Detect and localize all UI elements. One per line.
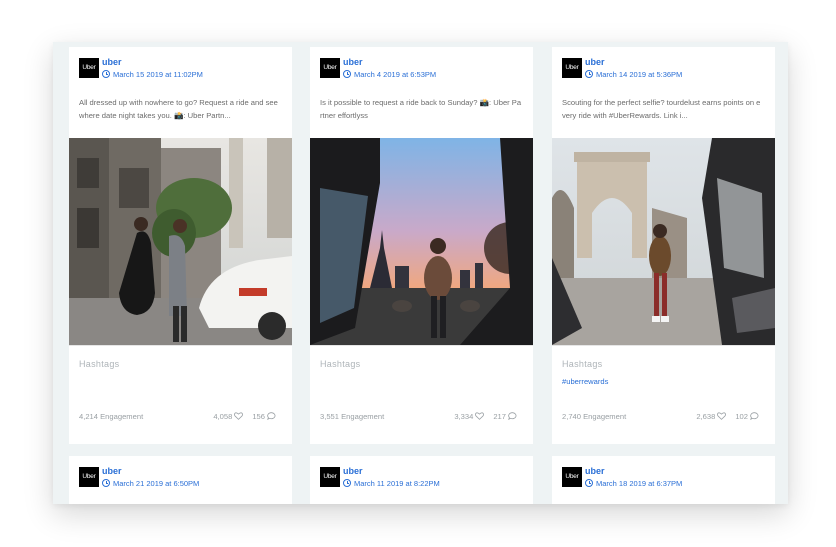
uber-logo: Uber	[562, 58, 582, 78]
clock-icon	[585, 70, 593, 78]
clock-icon	[343, 70, 351, 78]
post-caption: Scouting for the perfect selfie? tourdel…	[562, 98, 761, 120]
clock-icon	[343, 479, 351, 487]
comment-icon	[267, 412, 276, 420]
post-date-text: March 11 2019 at 8:22PM	[354, 479, 440, 488]
heart-icon	[234, 412, 244, 420]
uber-logo: Uber	[79, 467, 99, 487]
likes-count: 4,058	[213, 412, 233, 421]
post-card[interactable]: Uber uber March 14 2019 at 5:36PM Scouti…	[552, 47, 775, 444]
uber-logo: Uber	[79, 58, 99, 78]
post-stats: 3,334 217	[454, 412, 517, 421]
comment-icon	[750, 412, 759, 420]
engagement-count: 3,551 Engagement	[320, 412, 385, 421]
post-date-text: March 21 2019 at 6:50PM	[113, 479, 200, 488]
clock-icon	[585, 479, 593, 487]
comments-count: 217	[493, 412, 506, 421]
divider	[310, 345, 533, 346]
post-date-text: March 15 2019 at 11:02PM	[113, 70, 203, 79]
post-image[interactable]	[552, 138, 775, 345]
post-header: Uber uber March 18 2019 at 6:37PM	[562, 465, 767, 495]
post-date[interactable]: March 18 2019 at 6:37PM	[585, 479, 682, 488]
hashtag-link[interactable]: #uberrewards	[562, 377, 608, 386]
engagement-count: 4,214 Engagement	[79, 412, 144, 421]
comments-count: 102	[735, 412, 748, 421]
post-header: Uber uber March 4 2019 at 6:53PM	[320, 56, 525, 86]
clock-icon	[102, 70, 110, 78]
post-date-text: March 18 2019 at 6:37PM	[596, 479, 683, 488]
post-date[interactable]: March 15 2019 at 11:02PM	[102, 70, 203, 79]
post-image-street-couple	[69, 138, 292, 345]
divider	[69, 345, 292, 346]
post-card[interactable]: Uber uber March 11 2019 at 8:22PM	[310, 456, 533, 504]
post-stats: 2,638 102	[696, 412, 759, 421]
post-date-text: March 4 2019 at 6:53PM	[354, 70, 437, 79]
post-date-text: March 14 2019 at 5:36PM	[596, 70, 683, 79]
post-date[interactable]: March 11 2019 at 8:22PM	[343, 479, 440, 488]
post-date[interactable]: March 21 2019 at 6:50PM	[102, 479, 199, 488]
post-date[interactable]: March 4 2019 at 6:53PM	[343, 70, 436, 79]
post-grid: Uber uber March 15 2019 at 11:02PM All d…	[53, 42, 788, 504]
likes-count: 3,334	[454, 412, 474, 421]
hashtags-title: Hashtags	[79, 359, 120, 369]
account-name[interactable]: uber	[102, 466, 122, 476]
post-caption: Is it possible to request a ride back to…	[320, 98, 522, 120]
uber-logo: Uber	[320, 58, 340, 78]
post-header: Uber uber March 21 2019 at 6:50PM	[79, 465, 284, 495]
account-name[interactable]: uber	[102, 57, 122, 67]
comment-icon	[508, 412, 517, 420]
account-name[interactable]: uber	[343, 57, 363, 67]
divider	[552, 345, 775, 346]
post-card[interactable]: Uber uber March 4 2019 at 6:53PM Is it p…	[310, 47, 533, 444]
post-card[interactable]: Uber uber March 21 2019 at 6:50PM	[69, 456, 292, 504]
post-image-arch-selfie	[552, 138, 775, 345]
hashtags-title: Hashtags	[320, 359, 361, 369]
comments-count: 156	[252, 412, 265, 421]
uber-logo: Uber	[562, 467, 582, 487]
post-header: Uber uber March 11 2019 at 8:22PM	[320, 465, 525, 495]
heart-icon	[475, 412, 485, 420]
post-stats: 4,058 156	[213, 412, 276, 421]
post-card[interactable]: Uber uber March 15 2019 at 11:02PM All d…	[69, 47, 292, 444]
heart-icon	[717, 412, 727, 420]
hashtags-title: Hashtags	[562, 359, 603, 369]
engagement-count: 2,740 Engagement	[562, 412, 627, 421]
account-name[interactable]: uber	[585, 466, 605, 476]
post-date[interactable]: March 14 2019 at 5:36PM	[585, 70, 682, 79]
post-card[interactable]: Uber uber March 18 2019 at 6:37PM	[552, 456, 775, 504]
post-header: Uber uber March 14 2019 at 5:36PM	[562, 56, 767, 86]
uber-logo: Uber	[320, 467, 340, 487]
likes-count: 2,638	[696, 412, 716, 421]
account-name[interactable]: uber	[585, 57, 605, 67]
post-image[interactable]	[69, 138, 292, 345]
post-caption: All dressed up with nowhere to go? Reque…	[79, 98, 278, 120]
clock-icon	[102, 479, 110, 487]
post-header: Uber uber March 15 2019 at 11:02PM	[79, 56, 284, 86]
account-name[interactable]: uber	[343, 466, 363, 476]
post-image-sunset-skyline	[310, 138, 533, 345]
post-image[interactable]	[310, 138, 533, 345]
